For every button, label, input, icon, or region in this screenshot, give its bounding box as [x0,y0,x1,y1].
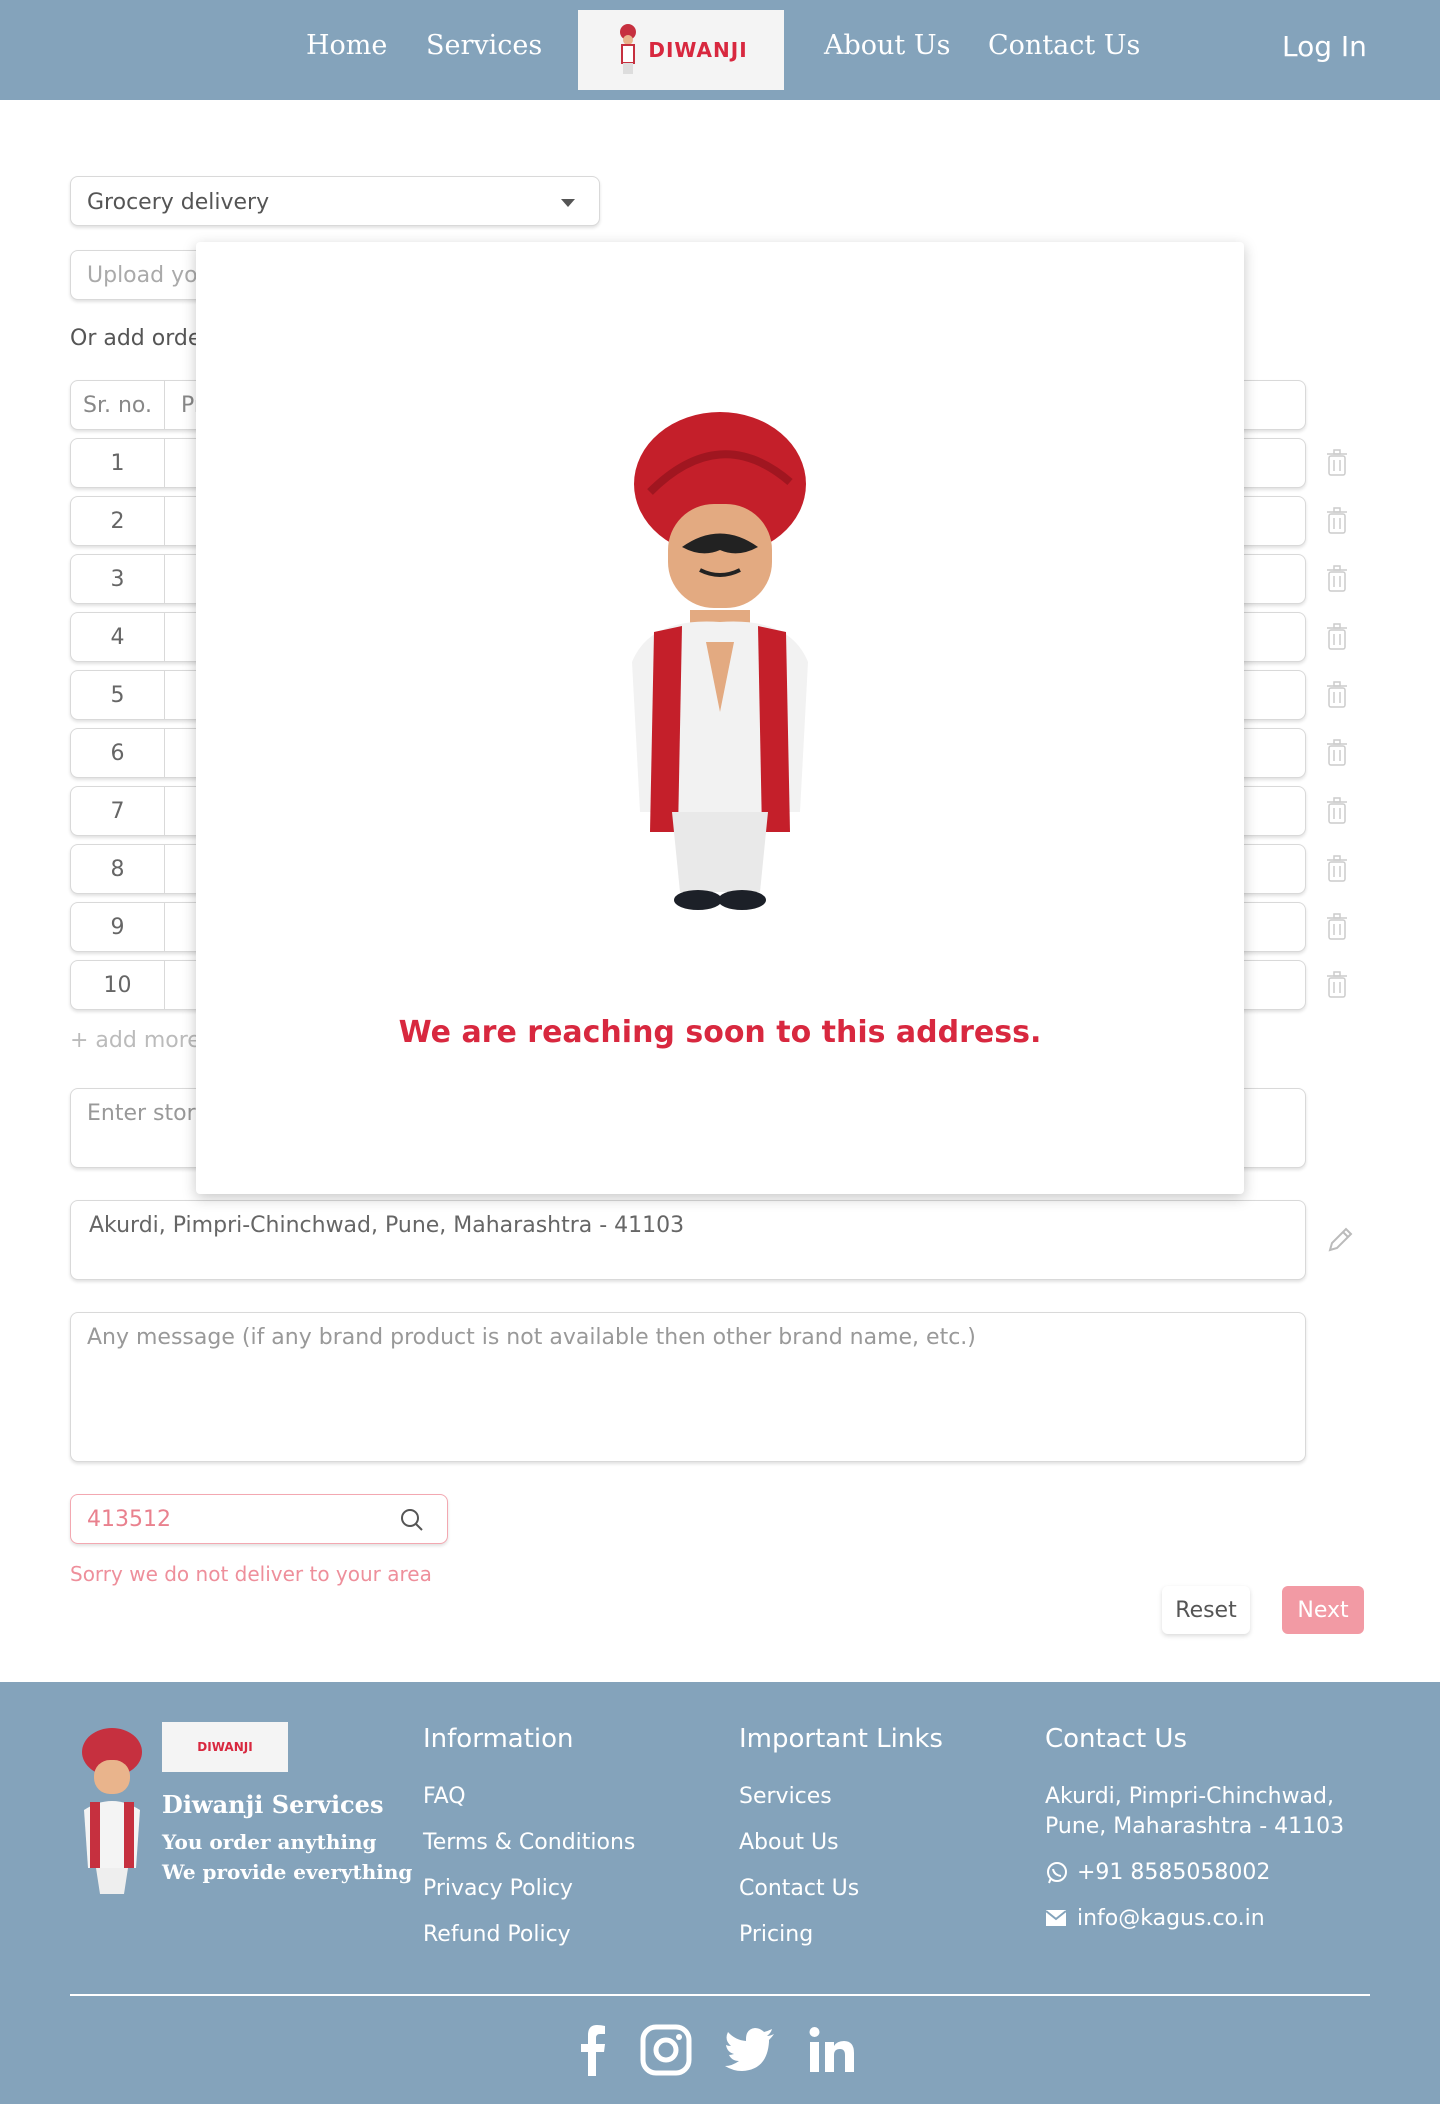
mascot-logo-icon [620,24,637,74]
add-more-link[interactable]: + add more [70,1028,201,1053]
footer-link-services[interactable]: Services [739,1784,832,1809]
footer-divider [70,1994,1370,1996]
trash-icon[interactable] [1326,565,1348,593]
trash-icon[interactable] [1326,797,1348,825]
trash-icon[interactable] [1326,913,1348,941]
login-link[interactable]: Log In [1282,30,1367,63]
pincode-value: 413512 [87,1507,171,1532]
modal-message: We are reaching soon to this address. [398,1015,1042,1050]
whatsapp-icon [1047,1862,1067,1884]
footer-email[interactable]: info@kagus.co.in [1077,1906,1265,1931]
trash-icon[interactable] [1326,449,1348,477]
service-select[interactable]: Grocery delivery [70,176,600,226]
footer-link-terms[interactable]: Terms & Conditions [423,1830,635,1855]
pincode-input[interactable]: 413512 [70,1494,448,1544]
upload-placeholder: Upload you [87,263,212,288]
coming-soon-modal: We are reaching soon to this address. [196,242,1244,1194]
search-icon[interactable] [399,1507,425,1533]
trash-icon[interactable] [1326,855,1348,883]
trash-icon[interactable] [1326,971,1348,999]
footer-address-line-2: Pune, Maharashtra - 41103 [1045,1814,1345,1839]
row-sr-no: 4 [71,613,165,661]
nav-home[interactable]: Home [306,30,387,61]
site-footer: DIWANJI Diwanji Services You order anyth… [0,1682,1440,2104]
linkedin-icon[interactable] [804,2022,860,2078]
next-button[interactable]: Next [1282,1586,1364,1634]
site-logo[interactable]: DIWANJI [578,10,784,90]
footer-tagline-1: You order anything [162,1830,377,1854]
nav-contact-us[interactable]: Contact Us [988,30,1140,61]
header-sr-no: Sr. no. [71,381,165,429]
row-sr-no: 5 [71,671,165,719]
footer-link-about[interactable]: About Us [739,1830,839,1855]
message-placeholder: Any message (if any brand product is not… [87,1325,976,1350]
service-select-value: Grocery delivery [87,190,270,215]
footer-phone[interactable]: +91 8585058002 [1077,1860,1270,1885]
pencil-icon[interactable] [1326,1224,1356,1254]
address-value: Akurdi, Pimpri-Chinchwad, Pune, Maharash… [89,1213,685,1238]
footer-brand-name: Diwanji Services [162,1790,384,1819]
footer-link-pricing[interactable]: Pricing [739,1922,813,1947]
facebook-icon[interactable] [566,2022,622,2078]
mascot-namaste-illustration [632,412,808,910]
footer-contact-heading: Contact Us [1045,1724,1187,1754]
trash-icon[interactable] [1326,739,1348,767]
row-sr-no: 6 [71,729,165,777]
twitter-icon[interactable] [722,2022,778,2078]
row-sr-no: 8 [71,845,165,893]
footer-tagline-2: We provide everything [162,1860,413,1884]
row-sr-no: 2 [71,497,165,545]
nav-about-us[interactable]: About Us [824,30,950,61]
footer-mascot-icon [82,1728,142,1894]
footer-address-line-1: Akurdi, Pimpri-Chinchwad, [1045,1784,1334,1809]
chevron-down-icon [561,199,575,207]
trash-icon[interactable] [1326,507,1348,535]
footer-link-faq[interactable]: FAQ [423,1784,466,1809]
footer-information-heading: Information [423,1724,574,1754]
footer-important-links-heading: Important Links [739,1724,943,1754]
or-add-order-label: Or add orde [70,326,202,351]
row-sr-no: 1 [71,439,165,487]
footer-logo[interactable]: DIWANJI [162,1722,288,1772]
store-placeholder: Enter store [87,1101,209,1126]
footer-link-contact[interactable]: Contact Us [739,1876,859,1901]
nav-services[interactable]: Services [426,30,542,61]
trash-icon[interactable] [1326,623,1348,651]
site-header: Home Services DIWANJI About Us Contact U… [0,0,1440,100]
footer-link-refund[interactable]: Refund Policy [423,1922,571,1947]
message-textarea[interactable]: Any message (if any brand product is not… [70,1312,1306,1462]
logo-text: DIWANJI [648,38,748,62]
instagram-icon[interactable] [638,2022,694,2078]
mail-icon [1045,1910,1067,1926]
row-sr-no: 7 [71,787,165,835]
delivery-error-text: Sorry we do not deliver to your area [70,1562,432,1586]
footer-logo-text: DIWANJI [197,1740,253,1754]
reset-button[interactable]: Reset [1162,1586,1250,1634]
row-sr-no: 9 [71,903,165,951]
trash-icon[interactable] [1326,681,1348,709]
footer-link-privacy[interactable]: Privacy Policy [423,1876,573,1901]
row-sr-no: 3 [71,555,165,603]
row-sr-no: 10 [71,961,165,1009]
address-input[interactable]: Akurdi, Pimpri-Chinchwad, Pune, Maharash… [70,1200,1306,1280]
